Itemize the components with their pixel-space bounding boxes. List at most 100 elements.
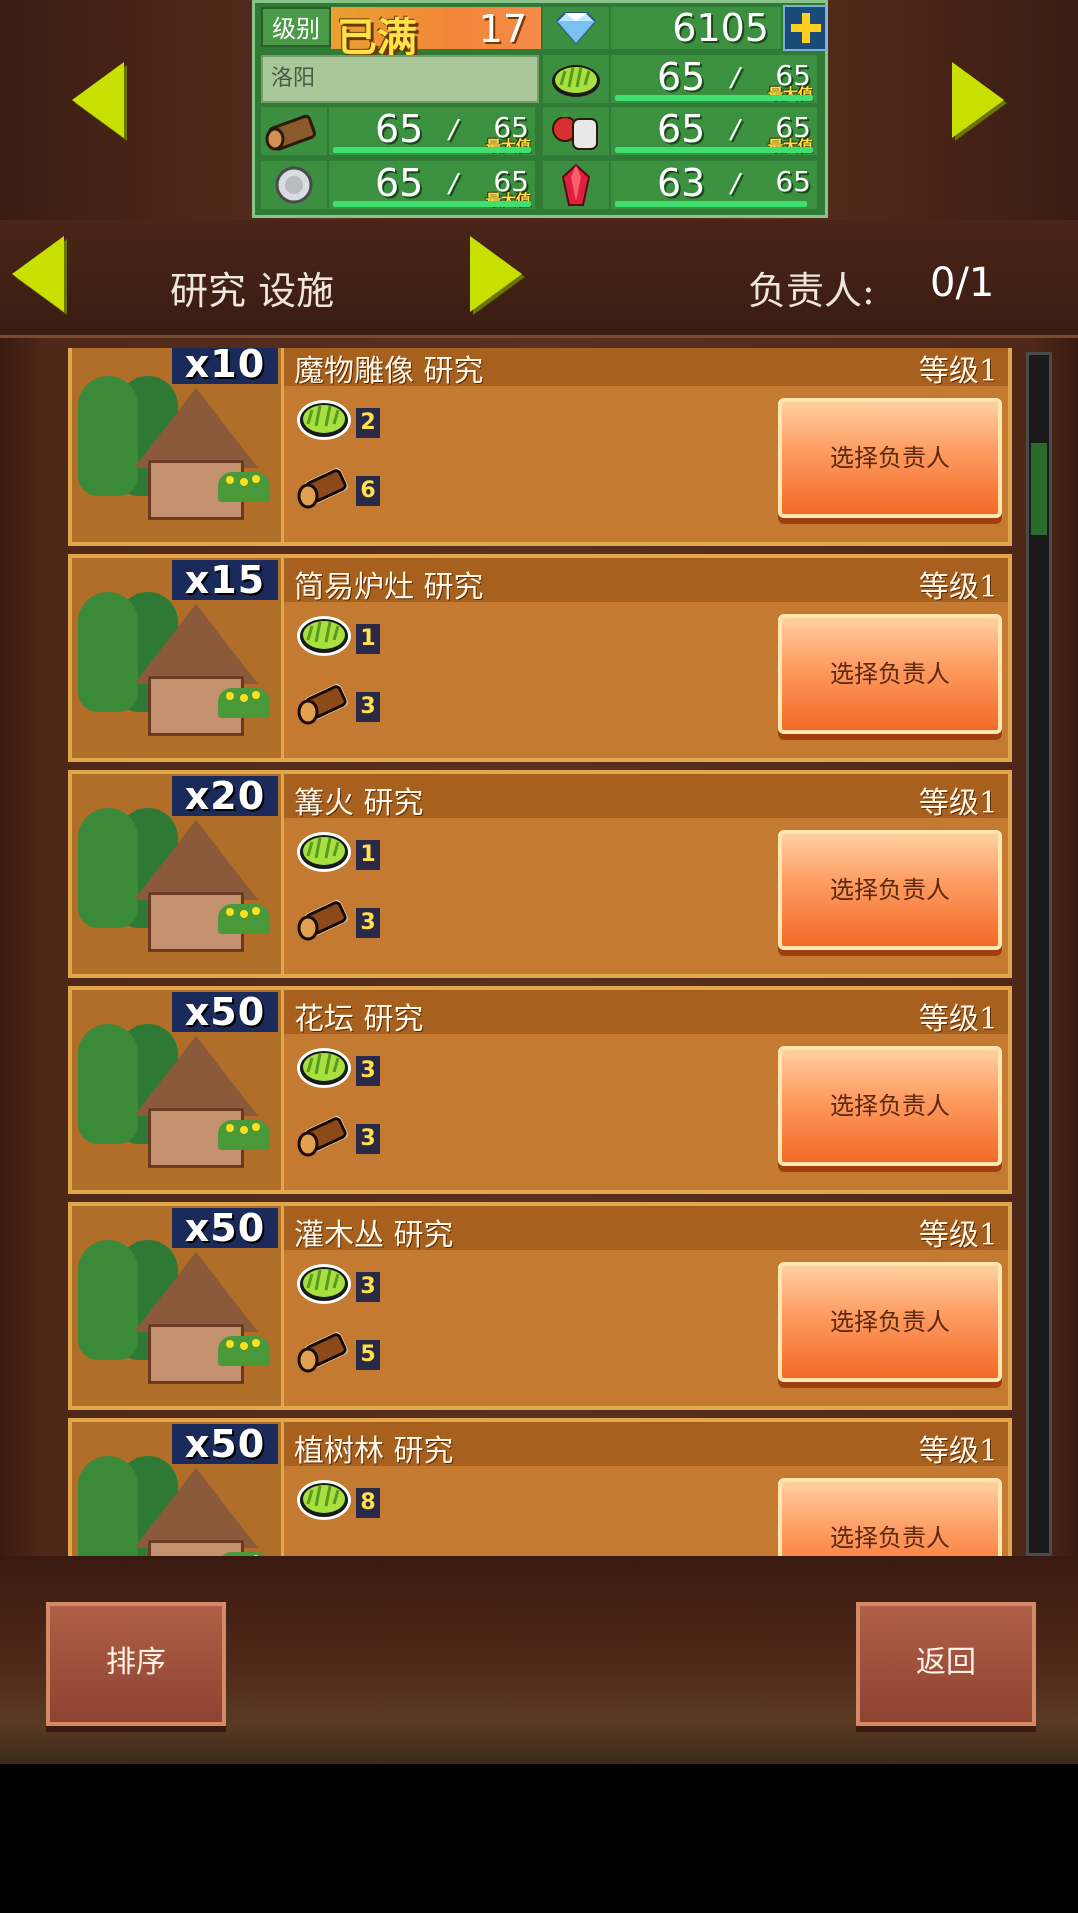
select-manager-button[interactable]: 选择负责人 [778,614,1002,734]
multiplier-badge: x50 [172,992,278,1032]
wood-cost-number: 6 [356,476,380,506]
grass-icon [543,55,609,103]
grass-cost: 1 [294,608,414,664]
research-card: x50 植树林 研究 等级1 8 选择负责人 [68,1418,1012,1556]
research-card: x15 简易炉灶 研究 等级1 1 3 选择负责人 [68,554,1012,762]
tree-icon [78,592,138,712]
grass-icon [294,1472,354,1526]
multiplier-badge: x50 [172,1208,278,1248]
facility-thumbnail: x15 [72,558,284,758]
scrollbar-thumb[interactable] [1031,443,1047,535]
house-icon [134,1036,258,1176]
wood-log-icon [294,460,354,514]
food-bar [615,147,813,153]
status-panel: 级别 已满 17 6105 洛阳 65 / 65 最大值 65 / 65 最大值… [252,0,828,218]
facility-thumbnail: x10 [72,348,284,542]
grass-icon [294,824,354,878]
wood-log-icon [294,676,354,730]
select-manager-button[interactable]: 选择负责人 [778,1046,1002,1166]
research-title: 花坛 研究 [294,1002,424,1037]
research-level: 等级1 [918,786,998,821]
research-level: 等级1 [918,570,998,605]
grass-cost-number: 3 [356,1056,380,1086]
red-gem-bar [615,201,807,207]
red-gem-max: 65 [775,165,811,198]
research-level: 等级1 [918,1002,998,1037]
research-title: 魔物雕像 研究 [294,354,484,389]
add-gems-button[interactable] [783,5,827,51]
flowerbed-icon [218,1120,270,1150]
wood-cost: 3 [294,1108,414,1164]
grass-icon [294,1256,354,1310]
multiplier-badge: x15 [172,560,278,600]
flowerbed-icon [218,472,270,502]
facility-header: 研究 设施 负责人: 0/1 [0,220,1078,338]
card-title-bar: 篝火 研究 等级1 [284,774,1008,821]
silver-coin-icon [261,161,327,209]
level-label: 级别 [261,7,331,47]
prev-city-arrow-icon[interactable] [72,62,124,138]
wood-cost: 6 [294,460,414,516]
sort-button[interactable]: 排序 [46,1602,226,1726]
card-title-bar: 花坛 研究 等级1 [284,990,1008,1037]
grass-resource: 65 / 65 最大值 [611,55,817,103]
house-icon [134,388,258,528]
grass-cost-number: 8 [356,1488,380,1518]
house-icon [134,604,258,744]
back-button[interactable]: 返回 [856,1602,1036,1726]
red-gem-icon [543,161,609,209]
red-gem-current: 63 [657,161,706,205]
facility-thumbnail: x50 [72,1206,284,1406]
research-card: x50 灌木丛 研究 等级1 3 5 选择负责人 [68,1202,1012,1410]
wood-current: 65 [375,107,424,151]
bottom-bar: 排序 返回 [0,1556,1078,1764]
research-level: 等级1 [918,354,998,389]
house-icon [134,1468,258,1556]
wood-log-icon [261,107,327,155]
next-city-arrow-icon[interactable] [952,62,1004,138]
research-list[interactable]: x10 魔物雕像 研究 等级1 2 6 选择负责人 x15 简易炉灶 研究 等级… [68,348,1012,1556]
grass-cost-number: 3 [356,1272,380,1302]
house-icon [134,1252,258,1392]
research-card: x10 魔物雕像 研究 等级1 2 6 选择负责人 [68,348,1012,546]
research-card: x20 篝火 研究 等级1 1 3 选择负责人 [68,770,1012,978]
select-manager-button[interactable]: 选择负责人 [778,398,1002,518]
tree-icon [78,1024,138,1144]
select-manager-button[interactable]: 选择负责人 [778,1478,1002,1556]
wood-cost: 3 [294,892,414,948]
research-card: x50 花坛 研究 等级1 3 3 选择负责人 [68,986,1012,1194]
facility-thumbnail: x50 [72,990,284,1190]
research-level: 等级1 [918,1434,998,1469]
diamond-icon [543,7,609,49]
grass-icon [294,392,354,446]
flowerbed-icon [218,688,270,718]
wood-cost-number: 3 [356,908,380,938]
grass-cost-number: 1 [356,840,380,870]
silver-bar [333,201,531,207]
research-title: 植树林 研究 [294,1434,454,1469]
flowerbed-icon [218,1336,270,1366]
silver-current: 65 [375,161,424,205]
wood-log-icon [294,1324,354,1378]
grass-current: 65 [657,55,706,99]
prev-category-arrow-icon[interactable] [12,236,64,312]
food-resource: 65 / 65 最大值 [611,107,817,155]
city-name: 洛阳 [261,55,539,103]
multiplier-badge: x20 [172,776,278,816]
research-level: 等级1 [918,1218,998,1253]
research-list-area: x10 魔物雕像 研究 等级1 2 6 选择负责人 x15 简易炉灶 研究 等级… [0,338,1078,1556]
research-title: 篝火 研究 [294,786,424,821]
card-title-bar: 灌木丛 研究 等级1 [284,1206,1008,1253]
grass-cost-number: 2 [356,408,380,438]
grass-cost-number: 1 [356,624,380,654]
gem-count: 6105 [611,7,781,49]
next-category-arrow-icon[interactable] [470,236,522,312]
select-manager-button[interactable]: 选择负责人 [778,1262,1002,1382]
research-title: 灌木丛 研究 [294,1218,454,1253]
grass-icon [294,1040,354,1094]
card-title-bar: 植树林 研究 等级1 [284,1422,1008,1469]
card-title-bar: 简易炉灶 研究 等级1 [284,558,1008,605]
scrollbar[interactable] [1026,352,1052,1556]
silver-resource: 65 / 65 最大值 [329,161,535,209]
select-manager-button[interactable]: 选择负责人 [778,830,1002,950]
